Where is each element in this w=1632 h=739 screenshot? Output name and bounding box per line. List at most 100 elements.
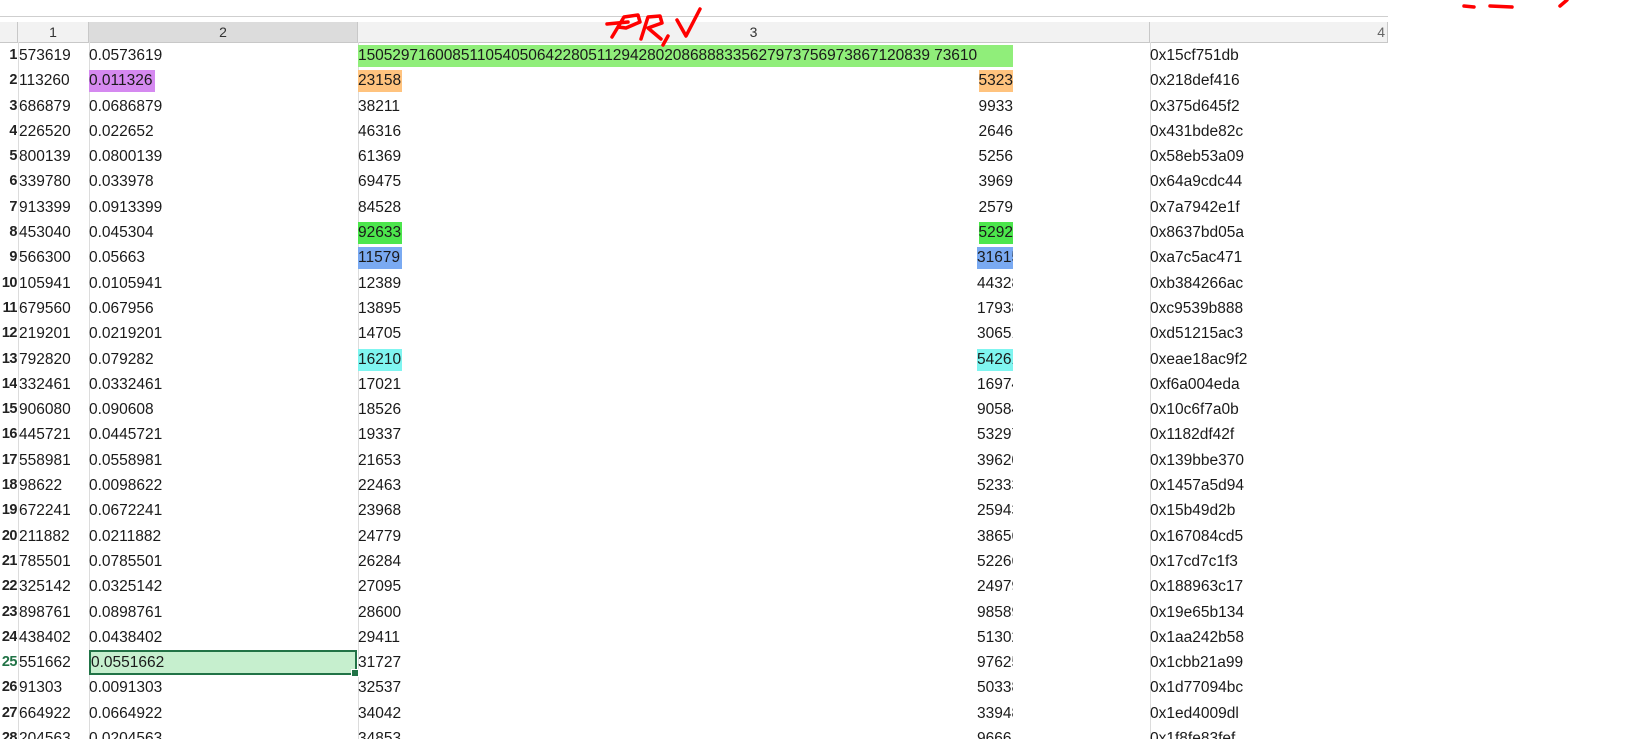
cell-col3-right[interactable]: 39620	[977, 448, 1013, 473]
row-header[interactable]: 13	[0, 347, 17, 372]
cell-col4[interactable]: 0x10c6f7a0b	[1150, 397, 1248, 422]
cell-col3-right[interactable]: 31615	[977, 245, 1013, 270]
cell-col1[interactable]: 906080	[19, 397, 90, 422]
cell-col1[interactable]: 91303	[19, 675, 90, 700]
cell-col1[interactable]: 898761	[19, 600, 90, 625]
cell-col3-right[interactable]: 97625	[977, 650, 1013, 675]
row-header[interactable]: 18	[0, 473, 17, 498]
cell-col2[interactable]: 0.0204563	[89, 726, 357, 739]
cell-col4[interactable]: 0x64a9cdc44	[1150, 169, 1248, 194]
column-header-3[interactable]: 3	[358, 22, 1150, 42]
cell-col4[interactable]: 0x167084cd5	[1150, 524, 1248, 549]
cell-col3-right[interactable]: 3969	[977, 169, 1013, 194]
cell-col3-left[interactable]: 13895	[358, 296, 402, 321]
cell-col3-right[interactable]: 25943	[977, 498, 1013, 523]
cell-col4[interactable]: 0xf6a004eda	[1150, 372, 1248, 397]
cell-col2[interactable]: 0.0219201	[89, 321, 357, 346]
row-header[interactable]: 23	[0, 600, 17, 625]
cell-col2[interactable]: 0.0091303	[89, 675, 357, 700]
cell-col1[interactable]: 686879	[19, 94, 90, 119]
row-header[interactable]: 8	[0, 220, 17, 245]
cell-grid[interactable]: 1 573619 0.0573619 150529716008511054050642…	[0, 43, 1388, 739]
cell-col3-right[interactable]: 5323	[977, 68, 1013, 93]
cell-col1[interactable]: 913399	[19, 195, 90, 220]
cell-col3-left[interactable]: 18526	[358, 397, 402, 422]
cell-col3-left[interactable]: 17021	[358, 372, 402, 397]
cell-col2[interactable]: 0.0211882	[89, 524, 357, 549]
cell-col3-right[interactable]: 54261	[977, 347, 1013, 372]
cell-col3-right[interactable]: 98589	[977, 600, 1013, 625]
cell-col3-right[interactable]: 44328	[977, 271, 1013, 296]
cell-col4[interactable]: 0xc9539b888	[1150, 296, 1248, 321]
cell-col3-left[interactable]: 22463	[358, 473, 402, 498]
cell-col4[interactable]: 0x17cd7c1f3	[1150, 549, 1248, 574]
cell-col4[interactable]: 0x7a7942e1f	[1150, 195, 1248, 220]
cell-col4[interactable]: 0x139bbe370	[1150, 448, 1248, 473]
cell-col3-left[interactable]: 27095	[358, 574, 402, 599]
row-header[interactable]: 6	[0, 169, 17, 194]
cell-col1[interactable]: 558981	[19, 448, 90, 473]
row-header[interactable]: 2	[0, 68, 17, 93]
cell-col1[interactable]: 105941	[19, 271, 90, 296]
cell-col3-left[interactable]: 34853	[358, 726, 402, 739]
cell-col3-right[interactable]: 50338	[977, 675, 1013, 700]
column-header-2[interactable]: 2	[89, 22, 358, 42]
cell-col4[interactable]: 0x15cf751db	[1150, 43, 1248, 68]
cell-col2[interactable]: 0.0325142	[89, 574, 357, 599]
cell-col1[interactable]: 453040	[19, 220, 90, 245]
cell-col2[interactable]: 0.011326	[89, 68, 357, 93]
cell-col2[interactable]: 0.0438402	[89, 625, 357, 650]
cell-col4[interactable]: 0xd51215ac3	[1150, 321, 1248, 346]
cell-col3-left[interactable]: 84528	[358, 195, 402, 220]
cell-col4[interactable]: 0x15b49d2b	[1150, 498, 1248, 523]
cell-col3-left[interactable]: 24779	[358, 524, 402, 549]
cell-col3-right[interactable]: 24979	[977, 574, 1013, 599]
cell-col3[interactable]: 1505297160085110540506422805112942802086…	[358, 43, 1013, 68]
row-header[interactable]: 26	[0, 675, 17, 700]
cell-col1[interactable]: 566300	[19, 245, 90, 270]
cell-col3-left[interactable]: 23968	[358, 498, 402, 523]
cell-col4[interactable]: 0x1f8fe83fef	[1150, 726, 1248, 739]
cell-col2[interactable]: 0.079282	[89, 347, 357, 372]
cell-col3-left[interactable]: 19337	[358, 422, 402, 447]
cell-col4[interactable]: 0x375d645f2	[1150, 94, 1248, 119]
cell-col3-left[interactable]: 31727	[358, 650, 402, 675]
row-header[interactable]: 21	[0, 549, 17, 574]
row-header[interactable]: 11	[0, 296, 17, 321]
row-header[interactable]: 24	[0, 625, 17, 650]
cell-col2[interactable]: 0.0558981	[89, 448, 357, 473]
cell-col3-right[interactable]: 2579	[977, 195, 1013, 220]
row-header[interactable]: 22	[0, 574, 17, 599]
row-header[interactable]: 28	[0, 726, 17, 739]
cell-col1[interactable]: 551662	[19, 650, 90, 675]
cell-col1[interactable]: 445721	[19, 422, 90, 447]
cell-col1[interactable]: 800139	[19, 144, 90, 169]
cell-col3-right[interactable]: 9933	[977, 94, 1013, 119]
cell-col2[interactable]: 0.0332461	[89, 372, 357, 397]
row-header[interactable]: 5	[0, 144, 17, 169]
cell-col1[interactable]: 98622	[19, 473, 90, 498]
row-header[interactable]: 27	[0, 701, 17, 726]
row-header[interactable]: 12	[0, 321, 17, 346]
cell-col2[interactable]: 0.0098622	[89, 473, 357, 498]
column-header-4[interactable]: 4	[1150, 22, 1388, 42]
cell-col2[interactable]: 0.090608	[89, 397, 357, 422]
cell-col2[interactable]: 0.05663	[89, 245, 357, 270]
row-header[interactable]: 1	[0, 43, 17, 68]
cell-col3-right[interactable]: 2646	[977, 119, 1013, 144]
cell-col3-left[interactable]: 21653	[358, 448, 402, 473]
cell-col1[interactable]: 332461	[19, 372, 90, 397]
cell-col1[interactable]: 226520	[19, 119, 90, 144]
row-header[interactable]: 3	[0, 94, 17, 119]
cell-col2[interactable]: 0.0800139	[89, 144, 357, 169]
cell-col3-right[interactable]: 16974	[977, 372, 1013, 397]
cell-col2[interactable]: 0.0672241	[89, 498, 357, 523]
cell-col3-left[interactable]: 38211	[358, 94, 402, 119]
cell-col4[interactable]: 0x1ed4009dl	[1150, 701, 1248, 726]
spreadsheet[interactable]: 1 2 3 4 1 573619 0.0573619 1505297160085110…	[0, 0, 1388, 739]
cell-col1[interactable]: 679560	[19, 296, 90, 321]
cell-col3-left[interactable]: 23158	[358, 68, 402, 93]
cell-col3-right[interactable]: 5292	[977, 220, 1013, 245]
cell-col2[interactable]: 0.0105941	[89, 271, 357, 296]
cell-col4[interactable]: 0x431bde82c	[1150, 119, 1248, 144]
